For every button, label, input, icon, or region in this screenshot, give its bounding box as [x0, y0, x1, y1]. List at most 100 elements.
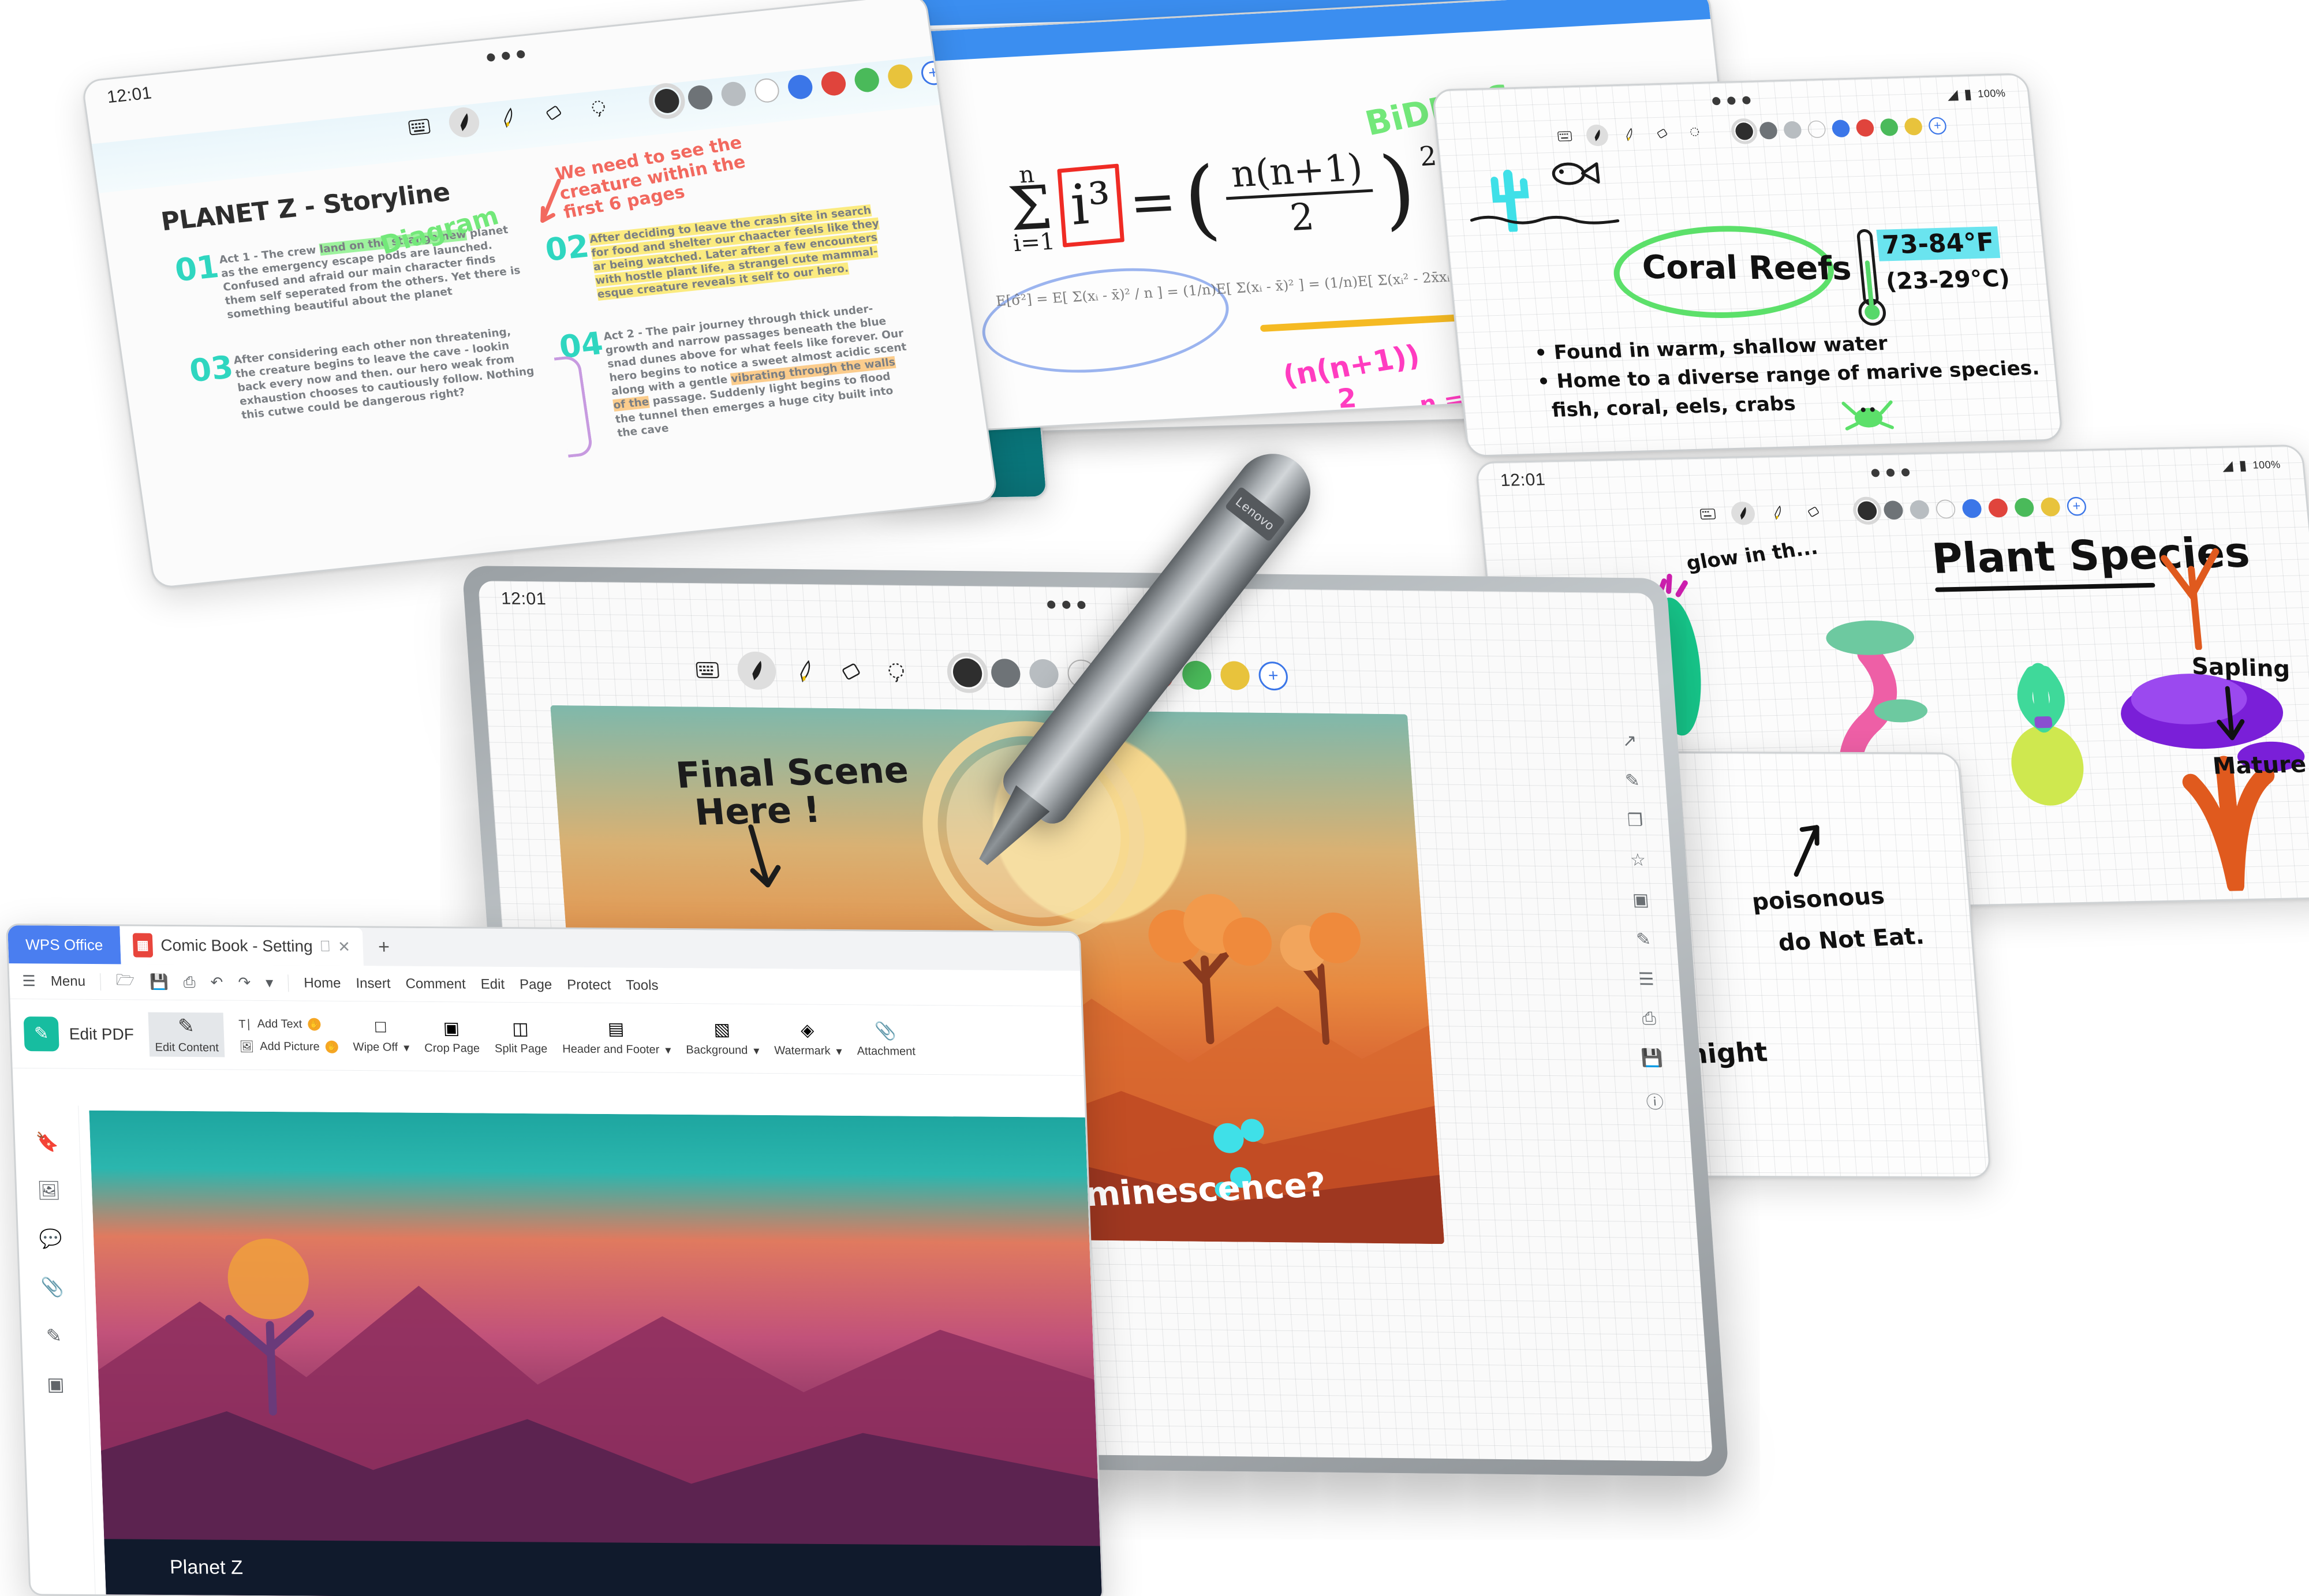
- save-icon[interactable]: 💾: [150, 973, 169, 991]
- swatch-yellow[interactable]: [2040, 497, 2061, 517]
- open-folder-icon[interactable]: 🗁: [115, 969, 135, 995]
- ribbon-tab-protect[interactable]: Protect: [567, 977, 611, 993]
- swatch-red[interactable]: [1143, 660, 1174, 690]
- menu-button[interactable]: Menu: [50, 973, 85, 989]
- add-picture-button[interactable]: 🖼 Add Picture ✋: [239, 1039, 339, 1054]
- swatch-green[interactable]: [2013, 498, 2035, 517]
- more-options-icon[interactable]: [1712, 96, 1751, 106]
- swatch-white[interactable]: [753, 77, 781, 104]
- stamp-icon[interactable]: ▣: [47, 1373, 65, 1395]
- add-color-button[interactable]: +: [1257, 661, 1289, 691]
- attachment-icon[interactable]: 📎: [40, 1276, 64, 1298]
- swatch-dark-gray[interactable]: [686, 84, 714, 111]
- swatch-blue[interactable]: [1105, 660, 1136, 689]
- swatch-green[interactable]: [1880, 118, 1899, 136]
- eraser-icon[interactable]: [537, 96, 571, 129]
- background-button[interactable]: Background ▾: [686, 1043, 760, 1058]
- swatch-blue[interactable]: [786, 73, 814, 100]
- help-icon[interactable]: ⓘ: [1645, 1088, 1664, 1113]
- new-tab-button[interactable]: +: [363, 928, 405, 966]
- pen-icon[interactable]: [1585, 124, 1609, 147]
- add-color-button[interactable]: +: [1927, 117, 1948, 135]
- comment-icon[interactable]: ☆: [1630, 850, 1646, 870]
- swatch-dark-gray[interactable]: [990, 659, 1022, 688]
- swatch-green[interactable]: [853, 66, 881, 94]
- swatch-blue[interactable]: [1831, 119, 1851, 138]
- close-icon[interactable]: ✕: [338, 937, 351, 955]
- keyboard-icon[interactable]: [402, 111, 436, 144]
- swatch-red[interactable]: [1987, 498, 2009, 518]
- swatch-light-gray[interactable]: [1909, 500, 1930, 519]
- ribbon-tab-insert[interactable]: Insert: [356, 975, 391, 992]
- chevron-down-icon[interactable]: ▾: [266, 974, 274, 992]
- more-options-icon[interactable]: [1047, 600, 1086, 610]
- share-icon[interactable]: ↗: [1621, 731, 1638, 751]
- swatch-light-gray[interactable]: [1783, 121, 1803, 139]
- swatch-black[interactable]: [1852, 496, 1883, 525]
- save-icon[interactable]: 💾: [1641, 1048, 1664, 1068]
- swatch-yellow[interactable]: [1903, 117, 1923, 136]
- ribbon-tab-edit[interactable]: Edit: [480, 976, 505, 992]
- keyboard-icon[interactable]: [692, 655, 724, 685]
- watermark-button[interactable]: Watermark ▾: [774, 1044, 842, 1059]
- highlighter-icon[interactable]: [1765, 500, 1791, 524]
- comment-icon[interactable]: 💬: [39, 1228, 62, 1250]
- undo-icon[interactable]: ↶: [210, 973, 223, 991]
- highlighter-icon[interactable]: [1618, 124, 1642, 145]
- more-options-icon[interactable]: [486, 50, 526, 62]
- swatch-black[interactable]: [1730, 118, 1759, 145]
- keyboard-icon[interactable]: [1695, 502, 1720, 526]
- ribbon-tab-page[interactable]: Page: [520, 977, 552, 993]
- swatch-green[interactable]: [1181, 660, 1213, 690]
- swatch-dark-gray[interactable]: [1758, 121, 1779, 140]
- swatch-light-gray[interactable]: [1028, 659, 1060, 689]
- swatch-yellow[interactable]: [1219, 661, 1251, 690]
- ribbon-tab-tools[interactable]: Tools: [626, 977, 659, 993]
- keyboard-icon[interactable]: [1553, 125, 1576, 147]
- print-icon[interactable]: ⎙: [183, 973, 196, 992]
- eraser-icon[interactable]: [1650, 122, 1674, 144]
- eraser-icon[interactable]: [1800, 500, 1826, 524]
- swatch-white[interactable]: [1935, 499, 1956, 519]
- highlighter-icon[interactable]: [790, 656, 822, 686]
- pdf-page-view[interactable]: Planet Z: [89, 1110, 1103, 1596]
- bookmark-icon[interactable]: ☰: [1638, 969, 1654, 989]
- bookmark-icon[interactable]: 🔖: [35, 1131, 59, 1153]
- print-icon[interactable]: ⎙: [1642, 1009, 1657, 1029]
- pen-icon[interactable]: [1730, 501, 1756, 525]
- lasso-icon[interactable]: [880, 657, 913, 687]
- split-page-button[interactable]: Split Page: [495, 1042, 548, 1056]
- lasso-icon[interactable]: [581, 92, 615, 125]
- swatch-yellow[interactable]: [886, 63, 914, 90]
- swatch-white[interactable]: [1066, 659, 1098, 689]
- select-icon[interactable]: ▣: [1632, 890, 1650, 910]
- sign-icon[interactable]: ✎: [1635, 929, 1652, 950]
- swatch-white[interactable]: [1807, 120, 1826, 139]
- image-icon[interactable]: 🖼: [37, 1179, 61, 1201]
- wipe-off-button[interactable]: Wipe Off ▾: [353, 1040, 409, 1055]
- swatch-black[interactable]: [946, 652, 989, 693]
- swatch-light-gray[interactable]: [719, 80, 748, 107]
- add-text-button[interactable]: T∣ Add Text ✋: [238, 1016, 338, 1031]
- hamburger-icon[interactable]: ☰: [22, 972, 36, 990]
- pen-icon[interactable]: [447, 106, 481, 139]
- pin-icon[interactable]: ⎕: [320, 937, 330, 956]
- eraser-icon[interactable]: [835, 656, 868, 686]
- ribbon-tab-comment[interactable]: Comment: [405, 975, 466, 992]
- swatch-blue[interactable]: [1961, 499, 1982, 518]
- swatch-red[interactable]: [820, 70, 847, 97]
- document-tab[interactable]: ▦ Comic Book - Setting ⎕ ✕: [119, 926, 364, 966]
- ribbon-tab-home[interactable]: Home: [304, 975, 341, 991]
- add-color-button[interactable]: +: [2066, 496, 2087, 516]
- attachment-button[interactable]: Attachment: [857, 1045, 916, 1059]
- edit-pdf-button[interactable]: ✎ Edit PDF: [23, 1016, 134, 1052]
- crop-page-button[interactable]: Crop Page: [424, 1041, 480, 1055]
- swatch-black[interactable]: [647, 81, 688, 121]
- swatch-red[interactable]: [1855, 119, 1875, 137]
- copy-icon[interactable]: ❐: [1627, 810, 1643, 831]
- edit-content-button[interactable]: ✎ Edit Content: [148, 1012, 225, 1057]
- lasso-icon[interactable]: [1683, 122, 1706, 144]
- header-footer-button[interactable]: Header and Footer ▾: [562, 1042, 671, 1057]
- pen-icon[interactable]: [736, 651, 778, 690]
- swatch-dark-gray[interactable]: [1883, 500, 1904, 520]
